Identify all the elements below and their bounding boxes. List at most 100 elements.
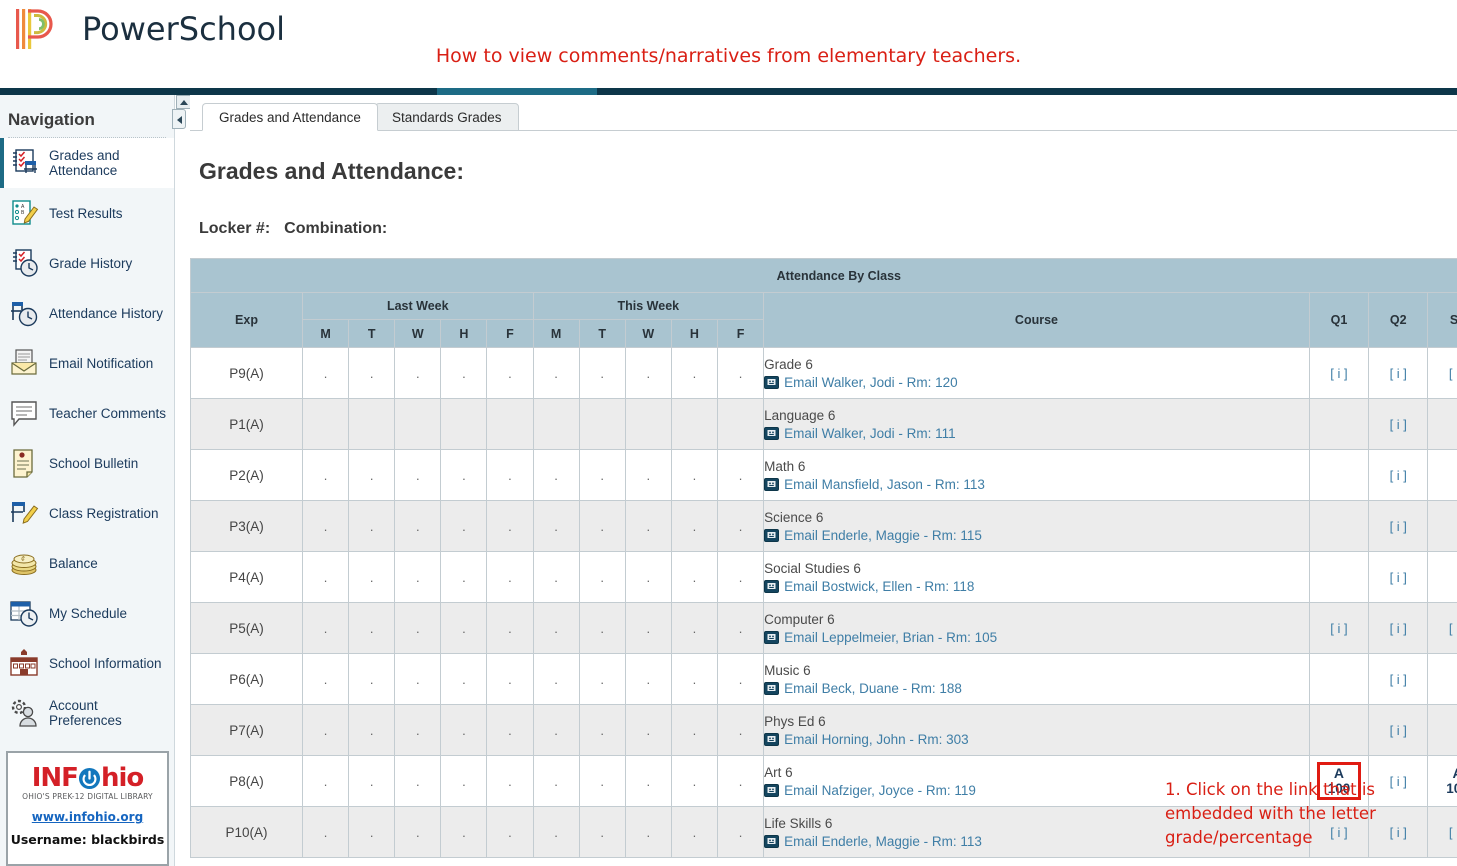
cell-attendance-day: . xyxy=(716,602,765,654)
table-group-header-row: Exp Last Week This Week Course Q1 Q2 S1 xyxy=(190,292,1457,348)
cell-grade-s1: [ i ] xyxy=(1427,602,1457,654)
table-row: P6(A).......... Music 6 Email Beck, Duane … xyxy=(190,653,1457,705)
infohio-website-link[interactable]: www.infohio.org xyxy=(8,810,167,824)
grade-info-link[interactable]: [ i ] xyxy=(1390,468,1407,483)
email-icon xyxy=(764,733,780,746)
sidebar-item-teacher-comments[interactable]: Teacher Comments xyxy=(0,388,174,438)
sidebar-item-account-preferences[interactable]: Account Preferences xyxy=(0,688,174,738)
sidebar-item-school-bulletin[interactable]: School Bulletin xyxy=(0,438,174,488)
sidebar-item-attendance-history[interactable]: Attendance History xyxy=(0,288,174,338)
cell-expression: P8(A) xyxy=(190,755,303,807)
cell-expression: P10(A) xyxy=(190,806,303,858)
teacher-email-link[interactable]: Email Enderle, Maggie - Rm: 113 xyxy=(784,834,982,849)
cell-attendance-day: . xyxy=(578,449,626,501)
accent-bar-segment xyxy=(437,88,597,95)
cell-attendance-day: . xyxy=(578,602,626,654)
cell-attendance-day: . xyxy=(624,704,672,756)
teacher-email-link[interactable]: Email Leppelmeier, Brian - Rm: 105 xyxy=(784,630,997,645)
cell-attendance-day: . xyxy=(624,347,672,399)
sidebar-item-test-results[interactable]: A B Test Results xyxy=(0,188,174,238)
grade-info-link[interactable]: [ i ] xyxy=(1449,825,1457,840)
grade-info-link[interactable]: [ i ] xyxy=(1390,366,1407,381)
teacher-email-link[interactable]: Email Walker, Jodi - Rm: 120 xyxy=(784,375,958,390)
cell-attendance-day: . xyxy=(486,347,534,399)
cell-attendance-day: . xyxy=(440,551,488,603)
cell-attendance-day: . xyxy=(532,806,580,858)
grade-info-link[interactable]: [ i ] xyxy=(1390,519,1407,534)
sidebar-item-class-registration[interactable]: Class Registration xyxy=(0,488,174,538)
cell-attendance-day: . xyxy=(394,551,442,603)
teacher-email-link[interactable]: Email Enderle, Maggie - Rm: 115 xyxy=(784,528,982,543)
cell-attendance-day: . xyxy=(624,755,672,807)
sidebar-item-grades-and-attendance[interactable]: Grades and Attendance xyxy=(0,138,174,188)
teacher-email-link[interactable]: Email Horning, John - Rm: 303 xyxy=(784,732,969,747)
grade-info-link[interactable]: [ i ] xyxy=(1330,621,1347,636)
cell-course: Social Studies 6 Email Bostwick, Ellen - … xyxy=(763,551,1310,603)
cell-attendance-day: . xyxy=(440,653,488,705)
grade-info-link[interactable]: [ i ] xyxy=(1390,621,1407,636)
cell-attendance-day: . xyxy=(486,806,534,858)
cell-attendance-day: . xyxy=(486,449,534,501)
teacher-email-link[interactable]: Email Nafziger, Joyce - Rm: 119 xyxy=(784,783,976,798)
cell-attendance-day: . xyxy=(440,704,488,756)
cell-attendance-day: . xyxy=(532,704,580,756)
cell-attendance-day: . xyxy=(394,806,442,858)
teacher-email-link[interactable]: Email Walker, Jodi - Rm: 111 xyxy=(784,426,956,441)
table-row: P2(A).......... Math 6 Email Mansfield, Ja… xyxy=(190,449,1457,501)
cell-attendance-day: . xyxy=(348,806,396,858)
grade-info-link[interactable]: [ i ] xyxy=(1449,366,1457,381)
cell-attendance-day: . xyxy=(624,500,672,552)
tab-grades-and-attendance[interactable]: Grades and Attendance xyxy=(202,103,378,131)
sidebar-item-my-schedule[interactable]: My Schedule xyxy=(0,588,174,638)
table-row: P4(A).......... Social Studies 6 Email Bos… xyxy=(190,551,1457,603)
grade-info-link[interactable]: [ i ] xyxy=(1449,621,1457,636)
cell-attendance-day: . xyxy=(440,755,488,807)
grade-info-link[interactable]: [ i ] xyxy=(1330,366,1347,381)
cell-attendance-day: . xyxy=(670,653,718,705)
test-results-icon: A B xyxy=(12,200,39,225)
grade-link[interactable]: A100 xyxy=(1446,766,1457,797)
sidebar-item-label: School Information xyxy=(49,655,162,671)
cell-grade-q1: [ i ] xyxy=(1308,347,1370,399)
teacher-email-link[interactable]: Email Mansfield, Jason - Rm: 113 xyxy=(784,477,985,492)
cell-attendance-day: . xyxy=(716,755,765,807)
cell-attendance-day: . xyxy=(578,551,626,603)
cell-attendance-day: . xyxy=(670,500,718,552)
cell-attendance-day: . xyxy=(670,347,718,399)
email-icon xyxy=(764,784,780,797)
cell-attendance-day: . xyxy=(716,449,765,501)
cell-attendance-day: . xyxy=(624,449,672,501)
email-icon xyxy=(764,529,780,542)
grade-info-link[interactable]: [ i ] xyxy=(1390,723,1407,738)
infohio-panel: INF hio OHIO'S PREK-12 DIGITAL LIBRARY ww… xyxy=(6,751,169,866)
main-content: Grades and Attendance Standards Grades G… xyxy=(190,95,1457,866)
grade-info-link[interactable]: [ i ] xyxy=(1390,672,1407,687)
grade-info-link[interactable]: [ i ] xyxy=(1390,417,1407,432)
cell-course: Science 6 Email Enderle, Maggie - Rm: 115 xyxy=(763,500,1310,552)
sidebar-item-email-notification[interactable]: Email Notification xyxy=(0,338,174,388)
teacher-email-link[interactable]: Email Bostwick, Ellen - Rm: 118 xyxy=(784,579,974,594)
cell-attendance-day: . xyxy=(486,602,534,654)
cell-attendance-day: . xyxy=(301,704,350,756)
grades-attendance-table: Attendance By Class Exp Last Week This W… xyxy=(190,258,1457,858)
sidebar-item-school-information[interactable]: School Information xyxy=(0,638,174,688)
account-preferences-icon xyxy=(11,699,37,727)
grade-info-link[interactable]: [ i ] xyxy=(1390,570,1407,585)
cell-attendance-day: . xyxy=(348,704,396,756)
infohio-word-post: hio xyxy=(100,763,144,793)
email-icon xyxy=(764,682,780,695)
chevron-up-icon xyxy=(180,100,188,105)
cell-attendance-day: . xyxy=(301,551,350,603)
cell-attendance-day xyxy=(670,398,718,450)
sidebar-collapse-button[interactable] xyxy=(172,109,186,129)
cell-attendance-day: . xyxy=(532,551,580,603)
sidebar-item-grade-history[interactable]: Grade History xyxy=(0,238,174,288)
cell-attendance-day: . xyxy=(301,500,350,552)
sidebar-item-label: My Schedule xyxy=(49,605,128,621)
tab-standards-grades[interactable]: Standards Grades xyxy=(375,103,519,131)
teacher-email-link[interactable]: Email Beck, Duane - Rm: 188 xyxy=(784,681,962,696)
col-q2: Q2 xyxy=(1368,292,1429,348)
cell-grade-s1: [ i ] xyxy=(1427,806,1457,858)
email-icon xyxy=(764,376,780,389)
sidebar-item-balance[interactable]: ¢ Balance xyxy=(0,538,174,588)
